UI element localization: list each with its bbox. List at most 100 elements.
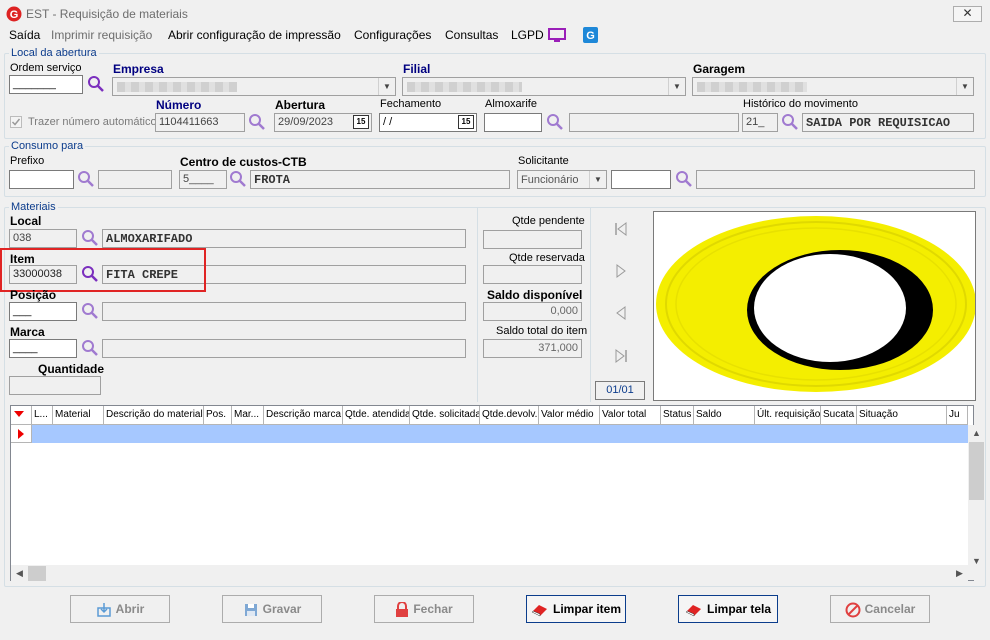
vertical-scrollbar[interactable]: ▲ ▼ <box>968 425 985 580</box>
search-icon[interactable] <box>81 339 99 357</box>
grid-col-status[interactable]: Status <box>661 406 694 425</box>
grid-col-qtde-devolv[interactable]: Qtde.devolv. <box>480 406 539 425</box>
numero-input[interactable]: 1104411663 <box>155 113 245 132</box>
chevron-down-icon: ▼ <box>956 78 973 95</box>
menu-abrir-config[interactable]: Abrir configuração de impressão <box>168 28 341 42</box>
previous-icon[interactable] <box>614 306 628 320</box>
scroll-thumb[interactable] <box>969 442 984 500</box>
save-icon <box>244 603 257 616</box>
centro-desc: FROTA <box>250 170 510 189</box>
fechar-button[interactable]: Fechar <box>374 595 474 623</box>
close-button[interactable]: ✕ <box>953 6 982 22</box>
limpar-tela-label: Limpar tela <box>706 602 772 616</box>
grid-col-qtde-atendida[interactable]: Qtde. atendida <box>343 406 410 425</box>
menu-imprimir[interactable]: Imprimir requisição <box>51 28 152 42</box>
items-grid[interactable]: L... Material Descrição do material Pos.… <box>10 405 985 582</box>
almoxarife-label: Almoxarife <box>485 98 537 110</box>
page-counter: 01/01 <box>595 381 645 400</box>
solicitante-label: Solicitante <box>518 155 569 167</box>
window-title: EST - Requisição de materiais <box>26 7 188 21</box>
marca-desc <box>102 339 466 358</box>
marca-input[interactable]: ____ <box>9 339 77 358</box>
garagem-select[interactable]: ▼ <box>692 77 974 96</box>
grid-header-indicator[interactable] <box>11 406 32 425</box>
menu-consultas[interactable]: Consultas <box>445 28 498 42</box>
abrir-button[interactable]: Abrir <box>70 595 170 623</box>
search-icon[interactable] <box>675 170 693 188</box>
first-icon[interactable] <box>614 222 628 236</box>
search-icon[interactable] <box>81 229 99 247</box>
grid-col-descricao-marca[interactable]: Descrição marca <box>264 406 343 425</box>
grid-col-l[interactable]: L... <box>32 406 53 425</box>
title-bar: G EST - Requisição de materiais ✕ <box>0 0 990 28</box>
empresa-select[interactable]: ▼ <box>112 77 396 96</box>
menu-configuracoes[interactable]: Configurações <box>354 28 431 42</box>
g-brand-icon[interactable]: G <box>583 27 598 43</box>
ordem-servico-input[interactable]: _______ <box>9 75 83 94</box>
svg-text:G: G <box>10 9 19 21</box>
abertura-date-value: 29/09/2023 <box>278 116 334 128</box>
grid-col-descricao-material[interactable]: Descrição do material <box>104 406 204 425</box>
last-icon[interactable] <box>614 349 628 363</box>
almoxarife-input[interactable] <box>484 113 542 132</box>
menu-saida[interactable]: Saída <box>9 28 40 42</box>
grid-col-situacao[interactable]: Situação <box>857 406 947 425</box>
table-row[interactable] <box>32 425 968 443</box>
grid-col-saldo[interactable]: Saldo <box>694 406 755 425</box>
grid-col-ju[interactable]: Ju <box>947 406 968 425</box>
legend-materiais: Materiais <box>11 201 56 213</box>
abrir-label: Abrir <box>115 602 145 616</box>
saldo-disponivel-label: Saldo disponível <box>487 288 583 302</box>
svg-text:G: G <box>586 30 595 42</box>
local-code-input[interactable]: 038 <box>9 229 77 248</box>
search-icon[interactable] <box>87 75 105 93</box>
sort-arrow-icon <box>14 411 24 417</box>
posicao-input[interactable]: ___ <box>9 302 77 321</box>
cancelar-button[interactable]: Cancelar <box>830 595 930 623</box>
grid-col-valor-medio[interactable]: Valor médio <box>539 406 600 425</box>
search-icon[interactable] <box>781 113 799 131</box>
historico-code-input[interactable]: 21_ <box>742 113 778 132</box>
next-icon[interactable] <box>614 264 628 278</box>
monitor-icon[interactable] <box>548 28 566 43</box>
centro-code-input[interactable]: 5____ <box>179 170 227 189</box>
grid-col-pos[interactable]: Pos. <box>204 406 232 425</box>
horizontal-scrollbar[interactable]: ◀ ▶ <box>11 565 968 582</box>
limpar-item-button[interactable]: Limpar item <box>526 595 626 623</box>
scroll-right-icon[interactable]: ▶ <box>951 565 968 582</box>
trazer-checkbox[interactable] <box>10 116 22 128</box>
qtde-pendente-label: Qtde pendente <box>512 215 585 227</box>
grid-col-material[interactable]: Material <box>53 406 104 425</box>
calendar-icon[interactable]: 15 <box>458 115 474 129</box>
search-icon[interactable] <box>546 113 564 131</box>
solicitante-type-select[interactable]: Funcionário ▼ <box>517 170 607 189</box>
numero-label: Número <box>156 98 202 112</box>
grid-col-ult-requisicao[interactable]: Últ. requisição <box>755 406 821 425</box>
filial-select[interactable]: ▼ <box>402 77 686 96</box>
search-icon[interactable] <box>81 302 99 320</box>
search-icon[interactable] <box>229 170 247 188</box>
scroll-thumb-h[interactable] <box>28 566 46 581</box>
quantidade-label: Quantidade <box>38 362 105 376</box>
local-desc: ALMOXARIFADO <box>102 229 466 248</box>
scroll-down-icon[interactable]: ▼ <box>968 553 985 570</box>
fechamento-date-value: / / <box>383 116 393 128</box>
calendar-icon[interactable]: 15 <box>353 115 369 129</box>
prefixo-input[interactable] <box>9 170 74 189</box>
scroll-left-icon[interactable]: ◀ <box>11 565 28 582</box>
menu-lgpd[interactable]: LGPD <box>511 28 544 42</box>
quantidade-input[interactable] <box>9 376 101 395</box>
scroll-up-icon[interactable]: ▲ <box>968 425 985 442</box>
grid-col-qtde-solicitada[interactable]: Qtde. solicitada <box>410 406 480 425</box>
grid-col-sucata[interactable]: Sucata <box>821 406 857 425</box>
prefixo-desc <box>98 170 172 189</box>
empresa-label: Empresa <box>113 62 164 76</box>
limpar-tela-button[interactable]: Limpar tela <box>678 595 778 623</box>
gravar-label: Gravar <box>262 602 302 616</box>
grid-col-valor-total[interactable]: Valor total <box>600 406 661 425</box>
search-icon[interactable] <box>248 113 266 131</box>
search-icon[interactable] <box>77 170 95 188</box>
gravar-button[interactable]: Gravar <box>222 595 322 623</box>
grid-col-marca[interactable]: Mar... <box>232 406 264 425</box>
solicitante-input[interactable] <box>611 170 671 189</box>
